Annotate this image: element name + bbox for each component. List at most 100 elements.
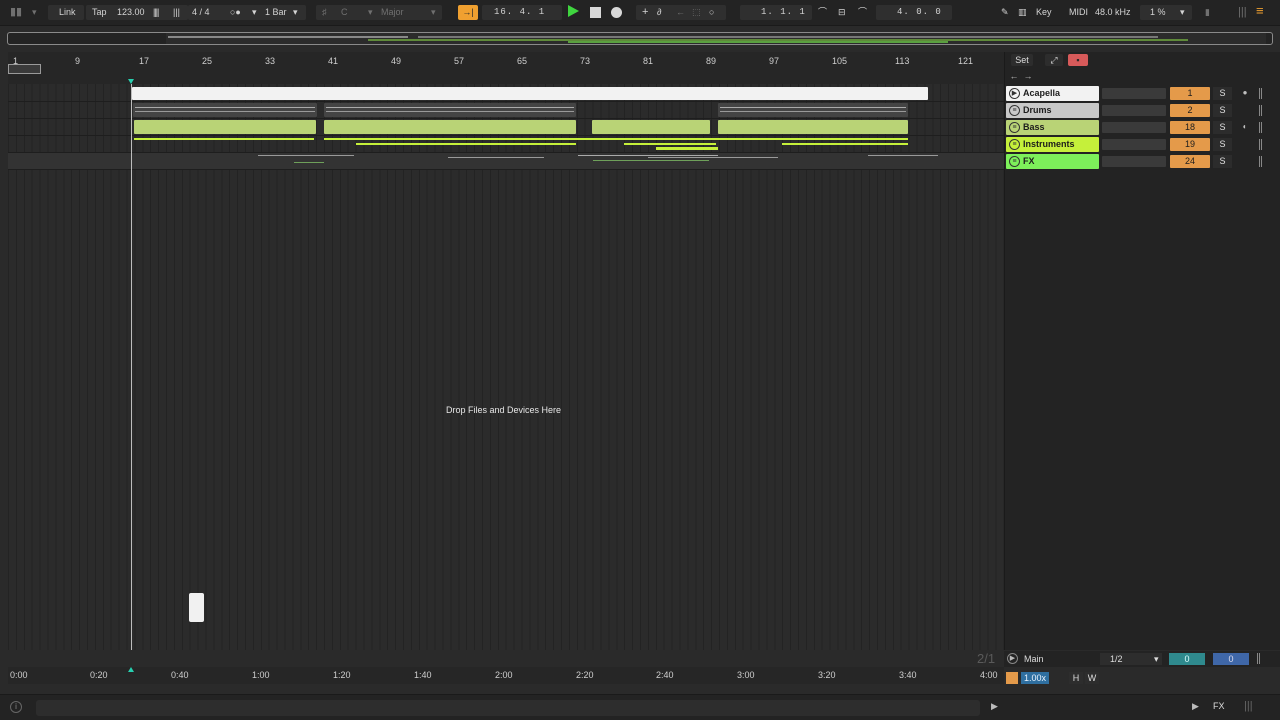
nudge-icon[interactable]: |||| <box>153 4 159 21</box>
scale-chevron-icon[interactable]: ▾ <box>431 4 436 21</box>
automation-arm-icon[interactable]: ∂ <box>657 4 661 21</box>
monitor-icon[interactable]: ◐ <box>1238 122 1252 133</box>
arrangement-position-field[interactable]: 16. 4. 1 <box>494 4 545 21</box>
play-icon[interactable] <box>568 5 579 17</box>
fx-view-button[interactable]: FX <box>1213 701 1225 711</box>
time-ruler[interactable]: 0:00 0:20 0:40 1:00 1:20 1:40 2:00 2:20 … <box>8 667 1004 684</box>
capture-icon[interactable]: ⬚ <box>692 4 701 21</box>
track-activator[interactable]: 24 <box>1170 155 1210 168</box>
arrow-left-icon[interactable]: ← <box>1009 70 1019 82</box>
tempo-field[interactable]: 123.00 <box>117 4 145 21</box>
quantize-chevron-icon[interactable]: ▾ <box>293 4 298 21</box>
track-name-drums[interactable]: ≡ Drums <box>1006 103 1099 118</box>
clip-drums[interactable] <box>718 103 908 117</box>
main-routing-select[interactable]: 1/2 <box>1110 654 1123 664</box>
meter-view-icon[interactable]: ||| <box>1244 700 1253 712</box>
height-button[interactable]: H <box>1069 672 1083 684</box>
key-select[interactable]: C <box>341 4 348 21</box>
track-name-acapella[interactable]: ▶ Acapella <box>1006 86 1099 101</box>
resize-handle-icon[interactable] <box>1259 88 1262 99</box>
nudge-icon-2[interactable]: ||| <box>173 4 180 21</box>
loop-switch-icon[interactable]: ⊟ <box>838 4 846 21</box>
track-name-instruments[interactable]: ≡ Instruments <box>1006 137 1099 152</box>
stop-icon[interactable] <box>590 7 601 18</box>
punch-out-icon[interactable]: ⌒ <box>858 4 867 21</box>
lane-acapella[interactable] <box>8 85 1004 102</box>
group-track-icon[interactable]: ≡ <box>1009 122 1020 133</box>
hamburger-menu-icon[interactable]: ≡ <box>1256 4 1268 17</box>
keyboard-icon[interactable]: ▥ <box>1018 4 1027 21</box>
session-record-icon[interactable]: ○ <box>709 4 714 21</box>
clip-drums[interactable] <box>133 103 317 117</box>
lane-instruments[interactable] <box>8 136 1004 153</box>
menu-chevron-icon[interactable]: ▾ <box>32 4 37 21</box>
track-activator[interactable]: 1 <box>1170 87 1210 100</box>
track-acapella[interactable]: ▶ Acapella 1 S ● <box>1006 86 1280 101</box>
midi-map-button[interactable]: MIDI <box>1069 4 1088 21</box>
track-activator[interactable]: 2 <box>1170 104 1210 117</box>
key-map-button[interactable]: Key <box>1036 4 1052 21</box>
clip-acapella[interactable] <box>132 87 928 100</box>
main-value-a[interactable]: 0 <box>1169 653 1205 665</box>
arrangement-overview[interactable] <box>7 32 1273 45</box>
follow-zoom-icon[interactable] <box>1006 672 1018 684</box>
clip-bass[interactable] <box>592 120 710 134</box>
time-signature-field[interactable]: 4 / 4 <box>192 4 210 21</box>
record-icon[interactable] <box>611 7 622 18</box>
tap-tempo-button[interactable]: Tap <box>92 4 107 21</box>
resize-handle-icon[interactable] <box>1259 105 1262 116</box>
playhead-marker-icon[interactable] <box>128 667 134 672</box>
zoom-field[interactable]: 1.00x <box>1021 672 1050 684</box>
solo-button[interactable]: S <box>1213 104 1232 117</box>
group-track-icon[interactable]: ≡ <box>1009 139 1020 150</box>
routing-chevron-icon[interactable]: ▾ <box>1154 654 1159 665</box>
back-to-arrangement-icon[interactable]: ← <box>676 4 685 21</box>
width-button[interactable]: W <box>1085 672 1099 684</box>
punch-in-icon[interactable]: ⌒ <box>818 4 827 21</box>
main-track-icon[interactable]: ▶ <box>1007 653 1018 664</box>
track-name-fx[interactable]: ≡ FX <box>1006 154 1099 169</box>
main-track[interactable]: ▶ Main 1/2 ▾ 0 0 <box>1004 651 1280 667</box>
clip-bass[interactable] <box>134 120 316 134</box>
track-activator[interactable]: 18 <box>1170 121 1210 134</box>
clip-view-icon[interactable]: ▶ <box>1192 701 1199 712</box>
lane-drums[interactable] <box>8 102 1004 119</box>
link-button[interactable]: Link <box>59 4 76 21</box>
loop-length-field[interactable]: 4. 0. 0 <box>897 4 942 21</box>
main-value-b[interactable]: 0 <box>1213 653 1249 665</box>
add-icon[interactable]: + <box>642 4 648 21</box>
group-track-icon[interactable]: ≡ <box>1009 156 1020 167</box>
resize-handle-icon[interactable] <box>1257 653 1260 664</box>
solo-button[interactable]: S <box>1213 138 1232 151</box>
record-arm-icon[interactable]: ● <box>1238 88 1252 99</box>
scale-select[interactable]: Major <box>381 4 404 21</box>
key-chevron-icon[interactable]: ▾ <box>368 4 373 21</box>
scale-mode-icon[interactable]: ♯ <box>322 4 327 21</box>
resize-handle-icon[interactable] <box>1259 122 1262 133</box>
arrow-right-icon[interactable]: → <box>1023 70 1033 82</box>
io-icon[interactable]: ||| <box>1238 4 1247 21</box>
info-icon[interactable]: i <box>10 701 22 713</box>
track-name-bass[interactable]: ≡ Bass <box>1006 120 1099 135</box>
lane-bass[interactable] <box>8 119 1004 136</box>
track-bass[interactable]: ≡ Bass 18 S ◐ <box>1006 120 1280 135</box>
set-button[interactable]: Set <box>1011 54 1033 66</box>
clip-bass[interactable] <box>718 120 908 134</box>
track-fx[interactable]: ≡ FX 24 S <box>1006 154 1280 169</box>
clip-bass[interactable] <box>324 120 576 134</box>
follow-icon[interactable]: →| <box>458 5 478 20</box>
audio-track-icon[interactable]: ▶ <box>1009 88 1020 99</box>
expand-icon[interactable]: ⤢ <box>1045 54 1063 66</box>
loop-start-field[interactable]: 1. 1. 1 <box>761 4 806 21</box>
arrangement-view[interactable]: Drop Files and Devices Here <box>8 84 1004 650</box>
view-toggle-icon[interactable]: ▮▮ <box>10 4 22 21</box>
group-track-icon[interactable]: ≡ <box>1009 105 1020 116</box>
solo-button[interactable]: S <box>1213 87 1232 100</box>
lane-fx[interactable] <box>8 153 1004 170</box>
resize-handle-icon[interactable] <box>1259 156 1262 167</box>
solo-button[interactable]: S <box>1213 121 1232 134</box>
beat-time-ruler[interactable]: 1 9 17 25 33 41 49 57 65 73 81 89 97 105… <box>8 52 1004 84</box>
track-drums[interactable]: ≡ Drums 2 S <box>1006 103 1280 118</box>
lock-icon[interactable]: ▪ <box>1068 54 1088 66</box>
solo-button[interactable]: S <box>1213 155 1232 168</box>
